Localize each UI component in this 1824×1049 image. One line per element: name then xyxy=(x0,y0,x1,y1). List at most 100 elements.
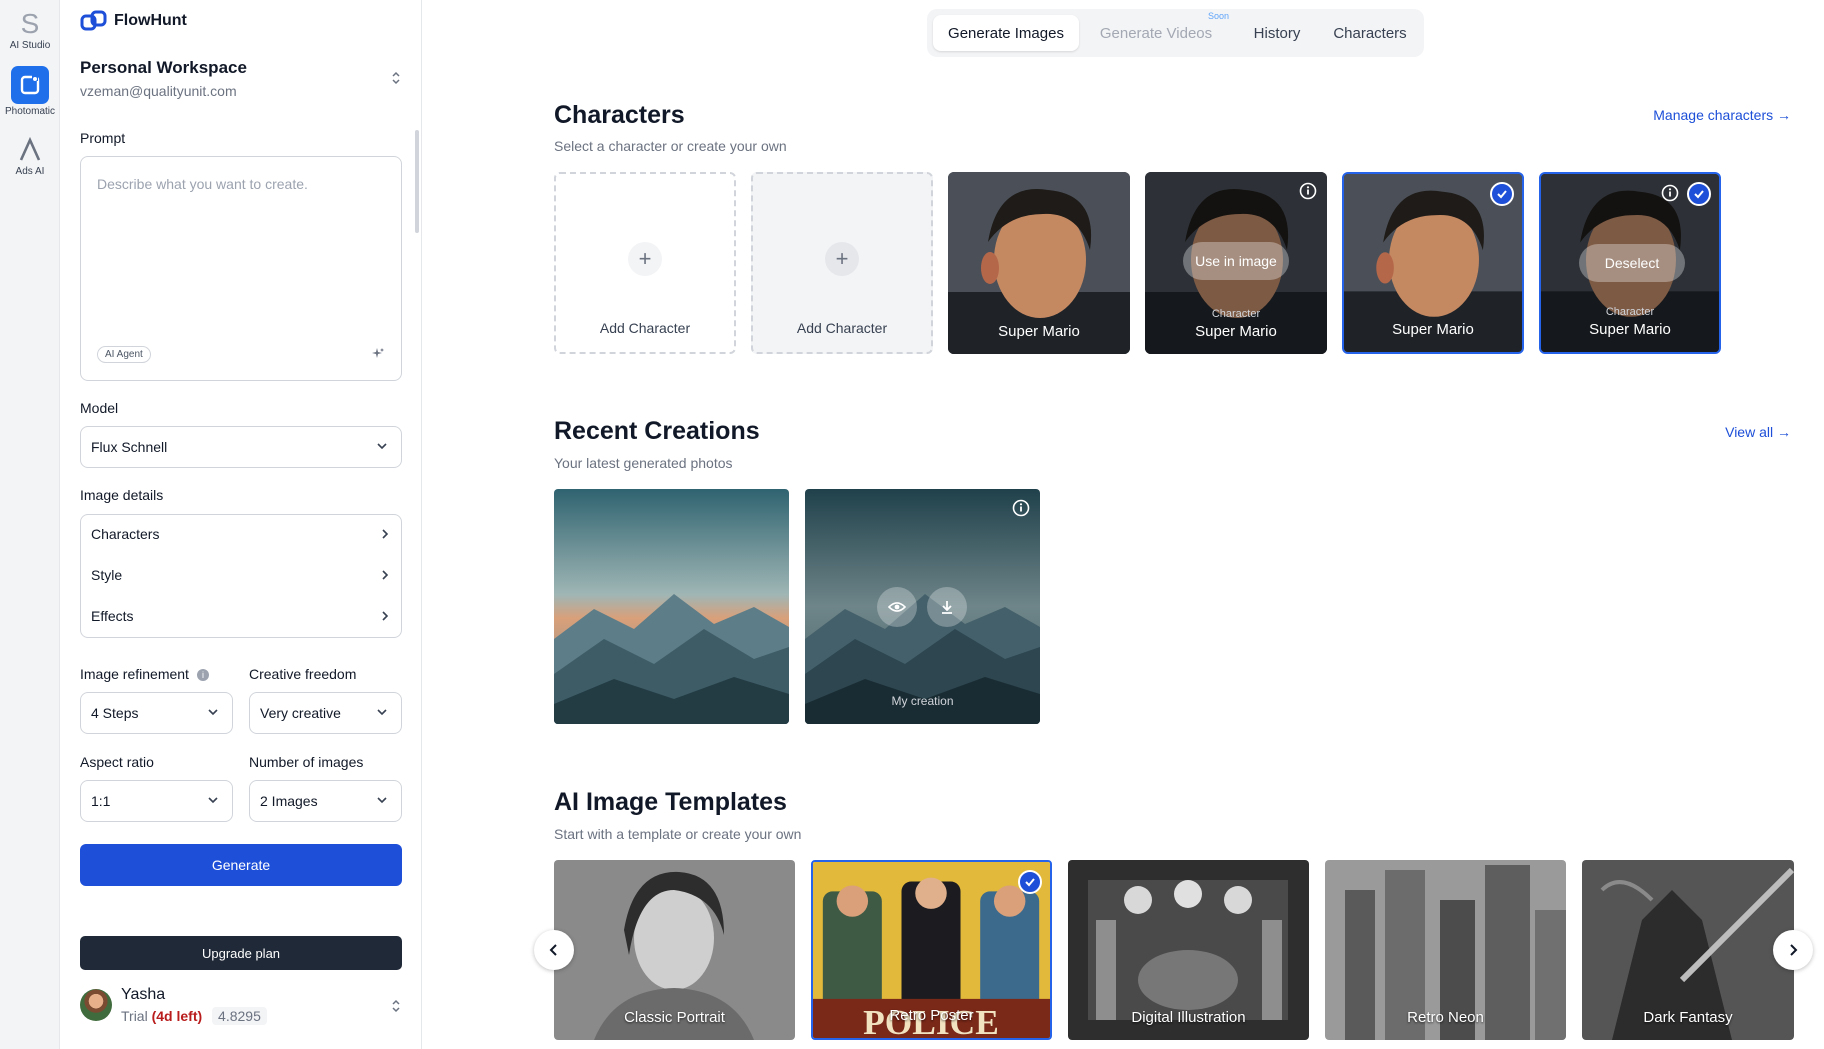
template-name: Dark Fantasy xyxy=(1643,1009,1733,1026)
sparkle-icon[interactable] xyxy=(371,347,385,361)
manage-characters-link[interactable]: Manage characters → xyxy=(1653,107,1791,123)
chevron-right-icon xyxy=(382,529,389,539)
rail-item-photomatic[interactable]: Photomatic xyxy=(0,66,60,117)
creation-card-hover[interactable]: My creation xyxy=(805,489,1040,724)
mode-tabs: Generate Images Generate Videos Soon His… xyxy=(927,9,1424,57)
character-card[interactable]: Use in image Character Super Mario xyxy=(1145,172,1327,354)
characters-subtitle: Select a character or create your own xyxy=(554,138,787,154)
chevron-down-icon xyxy=(377,797,387,804)
info-icon[interactable] xyxy=(1299,182,1317,200)
prompt-placeholder: Describe what you want to create. xyxy=(97,176,308,192)
chevron-down-icon xyxy=(377,709,387,716)
view-all-link[interactable]: View all → xyxy=(1725,424,1791,440)
trial-label: Trial xyxy=(121,1008,148,1024)
tab-label: Generate Videos xyxy=(1099,24,1213,42)
model-label: Model xyxy=(80,400,119,416)
add-character-card[interactable]: + Add Character xyxy=(554,172,736,354)
ai-agent-chip[interactable]: AI Agent xyxy=(97,346,151,363)
use-in-image-button[interactable]: Use in image xyxy=(1183,242,1289,280)
prompt-input[interactable]: Describe what you want to create. AI Age… xyxy=(80,156,402,381)
download-button[interactable] xyxy=(927,587,967,627)
credit-balance: 4.8295 xyxy=(212,1007,267,1025)
details-row-effects[interactable]: Effects xyxy=(91,608,391,624)
app-rail: S AI Studio Photomatic Ads AI xyxy=(0,0,60,1049)
templates-subtitle: Start with a template or create your own xyxy=(554,826,802,842)
download-icon xyxy=(942,601,952,614)
character-name: Super Mario xyxy=(1195,323,1277,340)
count-value: 2 Images xyxy=(260,793,318,809)
model-value: Flux Schnell xyxy=(91,439,168,455)
template-name: Retro Poster xyxy=(889,1007,974,1024)
tab-generate-images[interactable]: Generate Images xyxy=(933,15,1079,51)
creation-caption: My creation xyxy=(891,694,954,708)
brand-name: FlowHunt xyxy=(114,12,187,29)
check-icon xyxy=(1018,870,1042,894)
generator-sidebar: FlowHunt Personal Workspace vzeman@quali… xyxy=(60,0,422,1049)
freedom-label: Creative freedom xyxy=(249,666,357,682)
info-icon[interactable] xyxy=(1012,499,1030,517)
model-select[interactable]: Flux Schnell xyxy=(80,426,402,468)
rail-item-ads-ai[interactable]: Ads AI xyxy=(0,136,60,177)
soon-badge: Soon xyxy=(1207,11,1229,21)
character-card-selected[interactable]: Deselect Character Super Mario xyxy=(1539,172,1721,354)
template-card[interactable]: Dark Fantasy xyxy=(1582,860,1794,1040)
tab-characters[interactable]: Characters xyxy=(1323,15,1417,51)
chevron-right-icon xyxy=(1790,944,1798,956)
user-menu[interactable]: Yasha Trial (4d left) 4.8295 xyxy=(80,986,402,1026)
ads-ai-icon xyxy=(19,136,41,161)
preview-button[interactable] xyxy=(877,587,917,627)
chevron-right-icon xyxy=(382,611,389,621)
workspace-email: vzeman@qualityunit.com xyxy=(80,83,237,99)
template-name: Digital Illustration xyxy=(1131,1009,1246,1026)
carousel-prev-button[interactable] xyxy=(534,930,574,970)
templates-title: AI Image Templates xyxy=(554,788,787,816)
workspace-title: Personal Workspace xyxy=(80,58,247,77)
upgrade-plan-button[interactable]: Upgrade plan xyxy=(80,936,402,970)
deselect-button[interactable]: Deselect xyxy=(1579,244,1685,282)
user-name: Yasha xyxy=(121,986,166,1003)
count-select[interactable]: 2 Images xyxy=(249,780,402,822)
studio-s-icon: S xyxy=(21,8,40,38)
chevron-down-icon xyxy=(208,797,218,804)
svg-text:S: S xyxy=(21,8,40,38)
main-content: Generate Images Generate Videos Soon His… xyxy=(423,0,1824,1049)
template-card[interactable]: Digital Illustration xyxy=(1068,860,1309,1040)
creation-card[interactable] xyxy=(554,489,789,724)
carousel-next-button[interactable] xyxy=(1773,930,1813,970)
flowhunt-logo-icon xyxy=(80,10,107,31)
details-row-style[interactable]: Style xyxy=(91,567,391,583)
brand[interactable]: FlowHunt xyxy=(80,10,187,32)
workspace-switcher[interactable]: Personal Workspace vzeman@qualityunit.co… xyxy=(80,58,402,99)
avatar xyxy=(80,989,112,1021)
freedom-select[interactable]: Very creative xyxy=(249,692,402,734)
aspect-select[interactable]: 1:1 xyxy=(80,780,233,822)
template-card-selected[interactable]: POLICE Retro Poster xyxy=(811,860,1052,1040)
tab-generate-videos: Generate Videos Soon xyxy=(1085,11,1229,51)
add-character-card[interactable]: + Add Character xyxy=(751,172,933,354)
check-icon xyxy=(1687,182,1711,206)
prompt-label: Prompt xyxy=(80,130,126,146)
eye-icon xyxy=(888,602,906,612)
character-card-selected[interactable]: Super Mario xyxy=(1342,172,1524,354)
info-icon[interactable] xyxy=(1661,184,1679,202)
refinement-select[interactable]: 4 Steps xyxy=(80,692,233,734)
rail-label: Ads AI xyxy=(15,166,45,177)
template-card[interactable]: Classic Portrait xyxy=(554,860,795,1040)
tab-history[interactable]: History xyxy=(1235,15,1319,51)
add-character-label: Add Character xyxy=(599,320,691,336)
photomatic-icon xyxy=(11,66,49,104)
template-card[interactable]: Retro Neon xyxy=(1325,860,1566,1040)
details-row-label: Characters xyxy=(91,526,160,542)
rail-item-ai-studio[interactable]: S AI Studio xyxy=(0,8,60,51)
info-icon[interactable]: i xyxy=(196,669,209,682)
chevron-up-down-icon xyxy=(392,71,400,85)
details-row-label: Style xyxy=(91,567,123,583)
recent-subtitle: Your latest generated photos xyxy=(554,455,733,471)
character-kicker: Character xyxy=(1211,308,1261,320)
generate-button[interactable]: Generate xyxy=(80,844,402,886)
character-card[interactable]: Super Mario xyxy=(948,172,1130,354)
refinement-label: Image refinement i xyxy=(80,666,209,682)
details-row-characters[interactable]: Characters xyxy=(91,526,391,542)
mountain-image xyxy=(805,489,1040,724)
sidebar-scrollbar[interactable] xyxy=(415,130,419,233)
